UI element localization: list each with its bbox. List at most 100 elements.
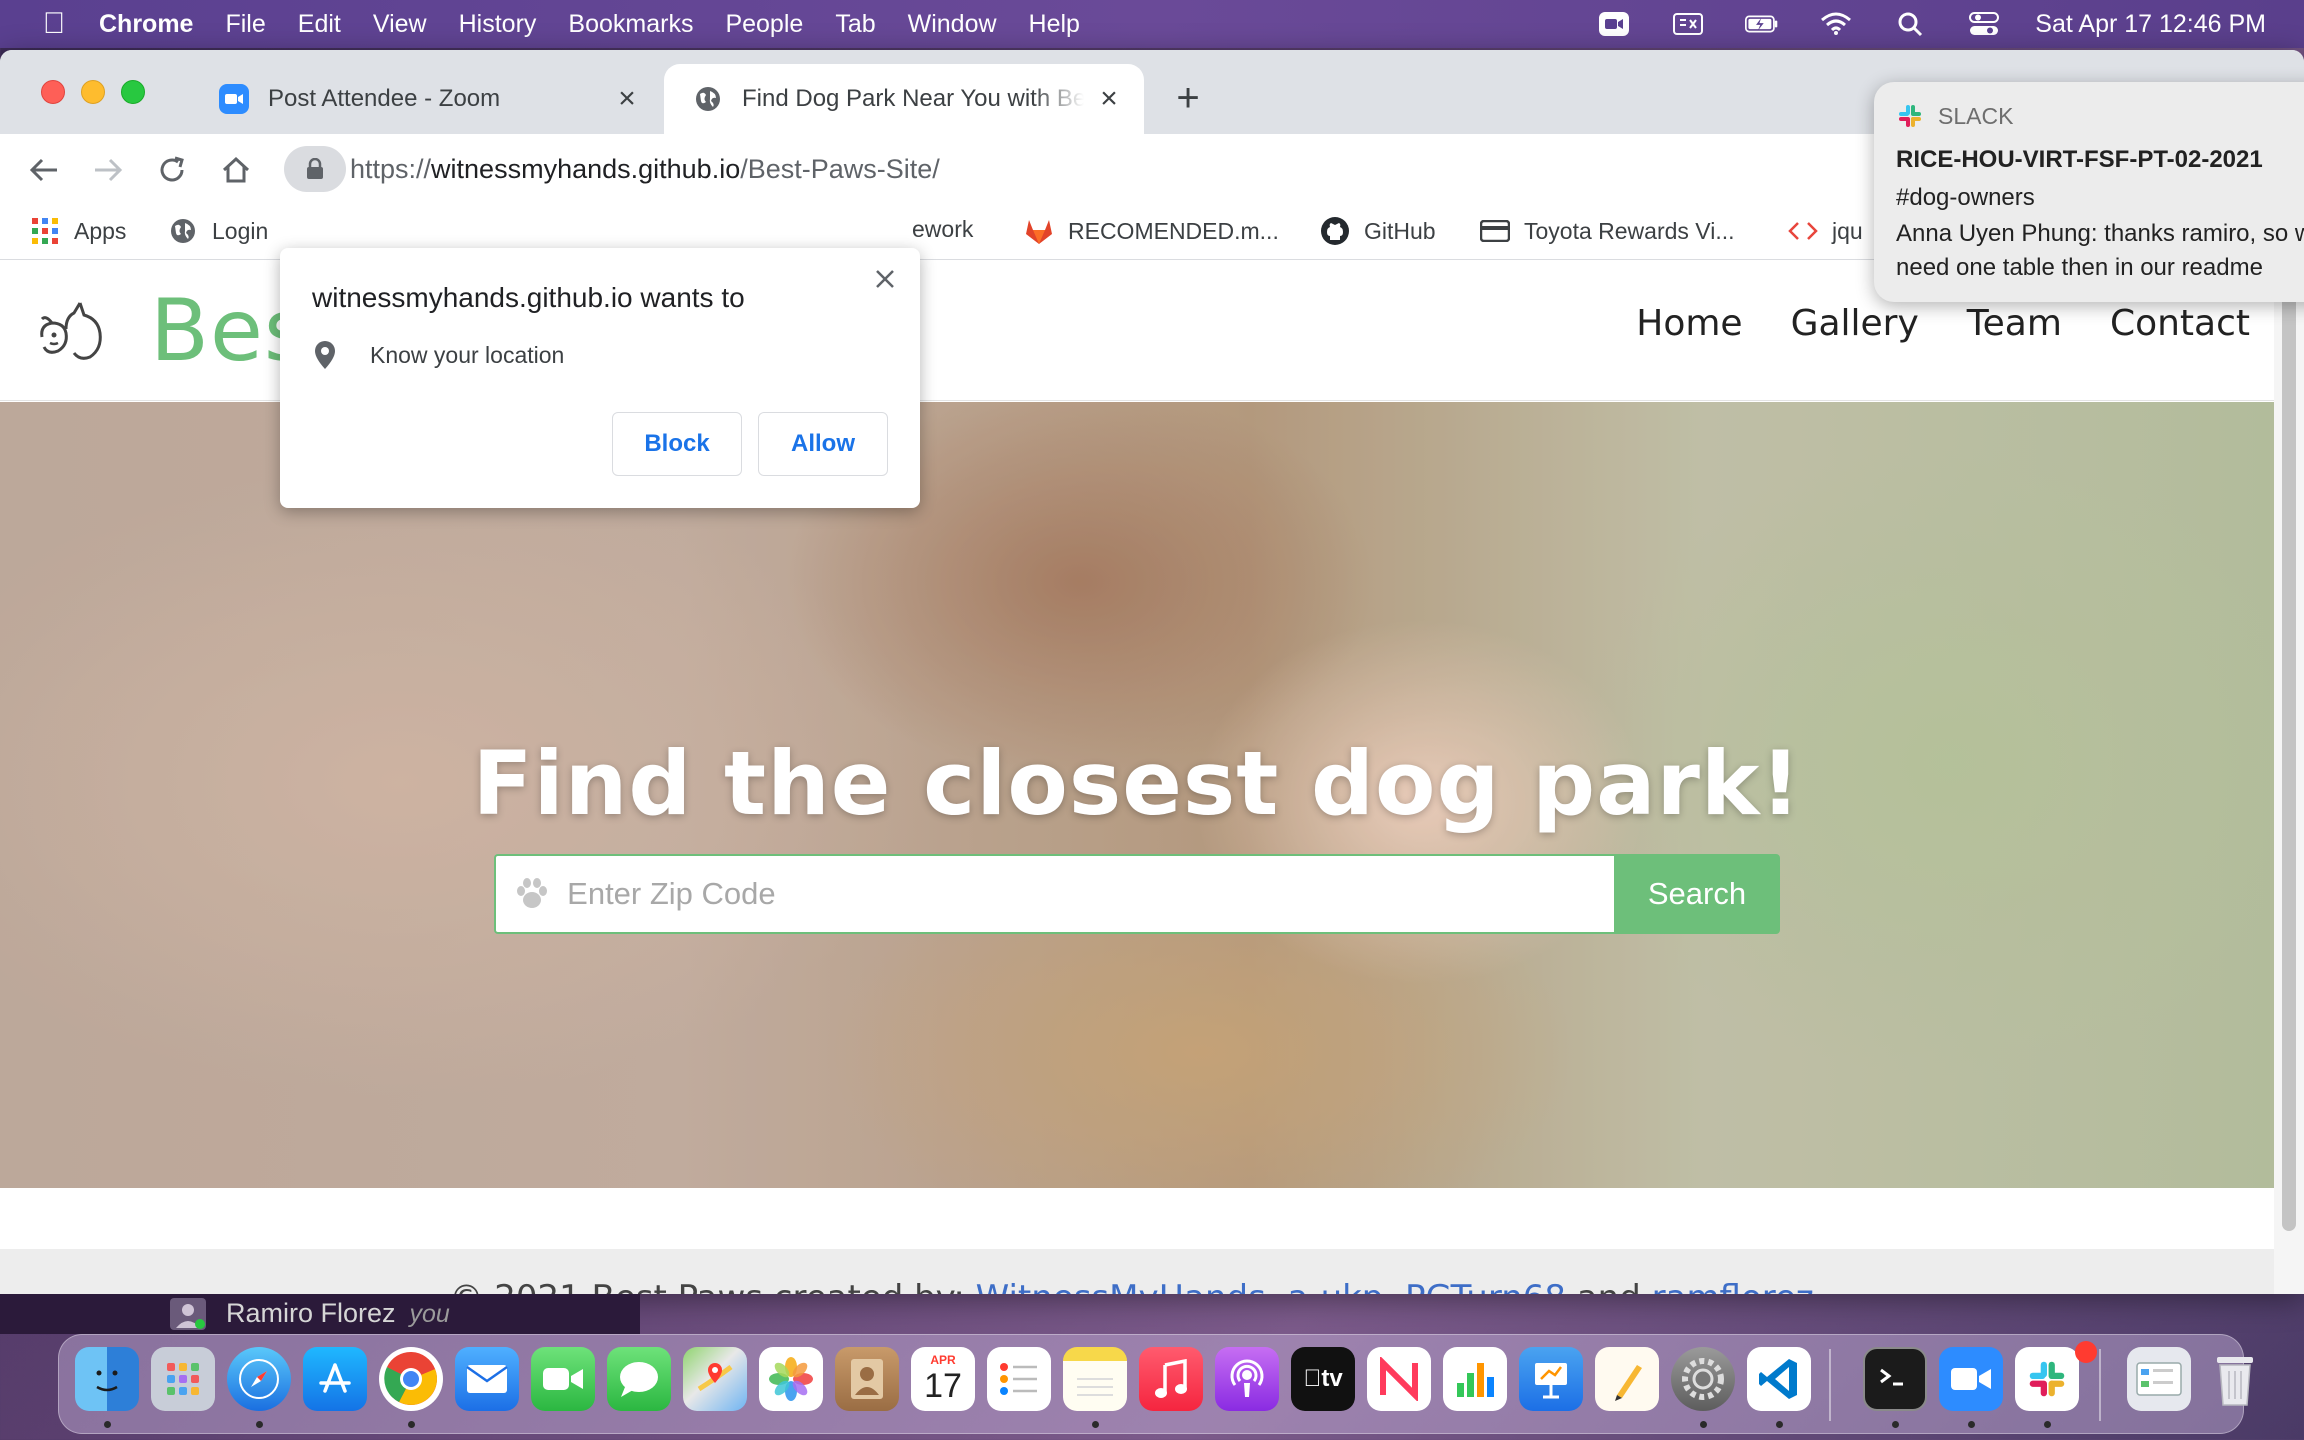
tab-close-icon[interactable]: × [1094, 82, 1124, 115]
zoom-status-icon[interactable] [1597, 11, 1631, 37]
news-icon[interactable] [1367, 1347, 1431, 1411]
back-arrow-icon[interactable] [24, 150, 64, 190]
apple-tv-text: tv [1312, 1365, 1342, 1392]
safari-icon[interactable] [227, 1347, 291, 1411]
home-icon[interactable] [216, 150, 256, 190]
keynote-icon[interactable] [1519, 1347, 1583, 1411]
trash-icon[interactable] [2203, 1347, 2267, 1411]
menu-app-chrome[interactable]: Chrome [83, 10, 209, 39]
dock-separator [2099, 1349, 2101, 1421]
bookmark-jquery[interactable]: jqu [1788, 216, 1863, 246]
address-bar[interactable]: https://witnessmyhands.github.io/Best-Pa… [284, 146, 2144, 192]
author-link-pgturn68[interactable]: PGTurn68 [1405, 1278, 1566, 1294]
zoom-participant-strip: Ramiro Florez you [0, 1294, 640, 1334]
author-link-witnessmyhands[interactable]: WitnessMyHands [976, 1278, 1266, 1294]
page-scrollbar[interactable] [2274, 261, 2304, 1294]
app-store-icon[interactable] [303, 1347, 367, 1411]
zip-code-input[interactable] [567, 876, 1614, 912]
bookmark-label: Login [212, 217, 269, 244]
permission-request-label: Know your location [370, 341, 565, 368]
block-button[interactable]: Block [612, 412, 742, 476]
menu-history[interactable]: History [443, 10, 553, 39]
slack-app-icon[interactable] [2015, 1347, 2079, 1411]
menu-window[interactable]: Window [892, 10, 1013, 39]
url-host: witnessmyhands.github.io [431, 153, 741, 184]
close-icon[interactable] [868, 262, 902, 296]
calendar-month: APR [930, 1353, 956, 1367]
maps-icon[interactable] [683, 1347, 747, 1411]
reminders-icon[interactable] [987, 1347, 1051, 1411]
vscode-icon[interactable] [1747, 1347, 1811, 1411]
finder-icon[interactable] [75, 1347, 139, 1411]
window-minimize-button[interactable] [81, 80, 105, 104]
bookmark-label: Toyota Rewards Vi... [1524, 217, 1735, 244]
facetime-icon[interactable] [531, 1347, 595, 1411]
tab-best-paws[interactable]: Find Dog Park Near You with Best Paws × [664, 64, 1144, 134]
allow-button[interactable]: Allow [758, 412, 888, 476]
nav-team-link[interactable]: Team [1967, 303, 2062, 344]
calendar-icon[interactable]: APR 17 [911, 1347, 975, 1411]
podcasts-icon[interactable] [1215, 1347, 1279, 1411]
menu-edit[interactable]: Edit [282, 10, 357, 39]
battery-icon[interactable] [1745, 11, 1779, 37]
bookmark-framework[interactable]: ework [912, 216, 973, 243]
bookmark-toyota[interactable]: Toyota Rewards Vi... [1480, 216, 1735, 246]
globe-icon [168, 216, 198, 246]
menu-people[interactable]: People [709, 10, 819, 39]
tab-title: Post Attendee - Zoom [268, 85, 501, 112]
wifi-icon[interactable] [1819, 11, 1853, 37]
hero-banner-photo: Find the closest dog park! Search [0, 402, 2274, 1188]
forward-arrow-icon[interactable] [88, 150, 128, 190]
window-close-button[interactable] [41, 80, 65, 104]
footer-suffix: . [1814, 1278, 1825, 1294]
tab-close-icon[interactable]: × [612, 82, 642, 115]
zoom-app-icon[interactable] [1939, 1347, 2003, 1411]
chrome-icon[interactable] [379, 1347, 443, 1411]
downloads-stack-icon[interactable] [2127, 1347, 2191, 1411]
bookmark-login[interactable]: Login [168, 216, 268, 246]
bookmark-github[interactable]: GitHub [1320, 216, 1436, 246]
scrollbar-thumb[interactable] [2282, 271, 2296, 1231]
terminal-icon[interactable] [1863, 1347, 1927, 1411]
window-maximize-button[interactable] [121, 80, 145, 104]
system-preferences-icon[interactable] [1671, 1347, 1735, 1411]
site-nav-links: Home Gallery Team Contact [1636, 303, 2250, 344]
menu-file[interactable]: File [209, 10, 281, 39]
nav-contact-link[interactable]: Contact [2110, 303, 2250, 344]
nav-home-link[interactable]: Home [1636, 303, 1742, 344]
slack-notification[interactable]: SLACK RICE-HOU-VIRT-FSF-PT-02-2021 #dog-… [1874, 82, 2304, 302]
menu-help[interactable]: Help [1013, 10, 1096, 39]
lock-icon[interactable] [284, 146, 346, 192]
notes-icon[interactable] [1063, 1347, 1127, 1411]
numbers-icon[interactable] [1443, 1347, 1507, 1411]
photos-icon[interactable] [759, 1347, 823, 1411]
apple-tv-icon[interactable]: tv [1291, 1347, 1355, 1411]
url-text[interactable]: https://witnessmyhands.github.io/Best-Pa… [350, 154, 940, 185]
author-link-a-ukp[interactable]: a-ukp [1287, 1278, 1383, 1294]
input-source-icon[interactable] [1671, 11, 1705, 37]
apple-menu-icon[interactable]:  [25, 7, 83, 41]
new-tab-button[interactable]: + [1168, 78, 1208, 118]
pages-icon[interactable] [1595, 1347, 1659, 1411]
launchpad-icon[interactable] [151, 1347, 215, 1411]
control-center-icon[interactable] [1967, 11, 2001, 37]
zoom-icon [218, 83, 250, 115]
search-button[interactable]: Search [1614, 854, 1780, 934]
dog-cat-logo-icon[interactable] [36, 297, 108, 365]
messages-icon[interactable] [607, 1347, 671, 1411]
bookmark-gitlab[interactable]: RECOMENDED.m... [1024, 216, 1279, 246]
music-icon[interactable] [1139, 1347, 1203, 1411]
tab-zoom[interactable]: Post Attendee - Zoom × [190, 64, 662, 134]
mail-icon[interactable] [455, 1347, 519, 1411]
menu-clock[interactable]: Sat Apr 17 12:46 PM [2035, 10, 2266, 39]
nav-gallery-link[interactable]: Gallery [1791, 303, 1919, 344]
spotlight-search-icon[interactable] [1893, 11, 1927, 37]
zip-search-field[interactable] [494, 854, 1614, 934]
menu-bookmarks[interactable]: Bookmarks [552, 10, 709, 39]
reload-icon[interactable] [152, 150, 192, 190]
author-link-ramflorez[interactable]: ramflorez [1652, 1278, 1814, 1294]
bookmark-apps[interactable]: Apps [30, 216, 126, 246]
menu-view[interactable]: View [357, 10, 443, 39]
contacts-icon[interactable] [835, 1347, 899, 1411]
menu-tab[interactable]: Tab [819, 10, 891, 39]
